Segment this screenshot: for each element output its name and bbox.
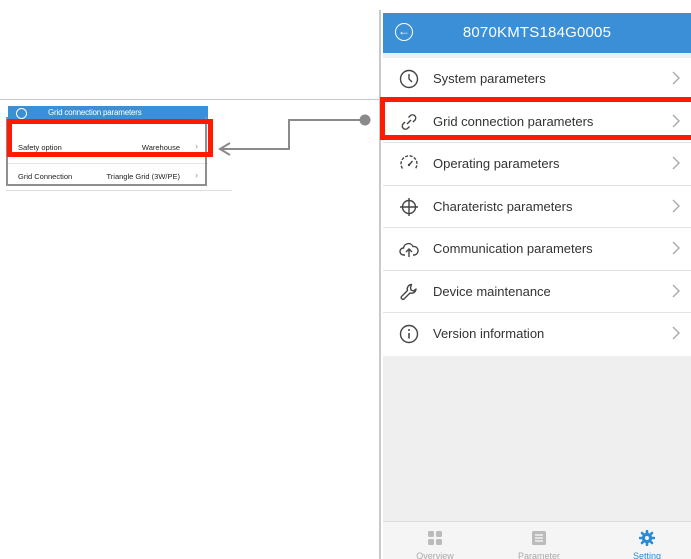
menu-item-communication-parameters[interactable]: Communication parameters (383, 228, 691, 271)
phone-frame (379, 10, 381, 559)
cloud-upload-icon (399, 242, 419, 257)
bottom-tab-bar: Overview Parameter Setting (383, 521, 691, 559)
tab-overview[interactable]: Overview (385, 522, 485, 559)
chevron-right-icon (672, 156, 680, 170)
crosshair-icon (400, 197, 418, 216)
info-icon (399, 324, 419, 344)
menu-item-label: Device maintenance (433, 283, 551, 299)
menu-item-label: Version information (433, 326, 545, 341)
menu-item-device-maintenance[interactable]: Device maintenance (383, 271, 691, 313)
menu-item-label: Operating parameters (433, 156, 560, 171)
phone-screen: ← 8070KMTS184G0005 System parameters Gri… (383, 13, 691, 559)
list-icon (532, 531, 546, 545)
device-serial-title: 8070KMTS184G0005 (462, 24, 612, 41)
menu-item-label: Communication parameters (433, 241, 593, 256)
menu-item-label: Charateristc parameters (433, 198, 573, 214)
chevron-right-icon (672, 241, 680, 255)
chevron-right-icon (672, 71, 680, 85)
clock-icon (399, 69, 419, 89)
menu-item-system-parameters[interactable]: System parameters (383, 58, 691, 101)
menu-item-label: System parameters (433, 71, 546, 86)
grid-connection-highlight (380, 97, 691, 140)
menu-item-characteristic-parameters[interactable]: Charateristc parameters (383, 186, 691, 228)
menu-item-operating-parameters[interactable]: Operating parameters (383, 143, 691, 186)
gauge-icon (400, 155, 418, 169)
tab-label: Overview (416, 551, 454, 559)
tab-label: Parameter (517, 551, 561, 559)
tab-setting[interactable]: Setting (597, 522, 691, 559)
wrench-icon (400, 283, 417, 300)
menu-item-version-information[interactable]: Version information (383, 313, 691, 356)
tab-parameter[interactable]: Parameter (489, 522, 589, 559)
tab-label: Setting (632, 551, 662, 559)
chevron-right-icon (672, 199, 680, 212)
gear-icon (639, 530, 655, 546)
chevron-right-icon (672, 326, 680, 340)
grid-icon (428, 531, 442, 545)
chevron-right-icon (672, 284, 680, 297)
app-header: ← 8070KMTS184G0005 (383, 13, 691, 53)
